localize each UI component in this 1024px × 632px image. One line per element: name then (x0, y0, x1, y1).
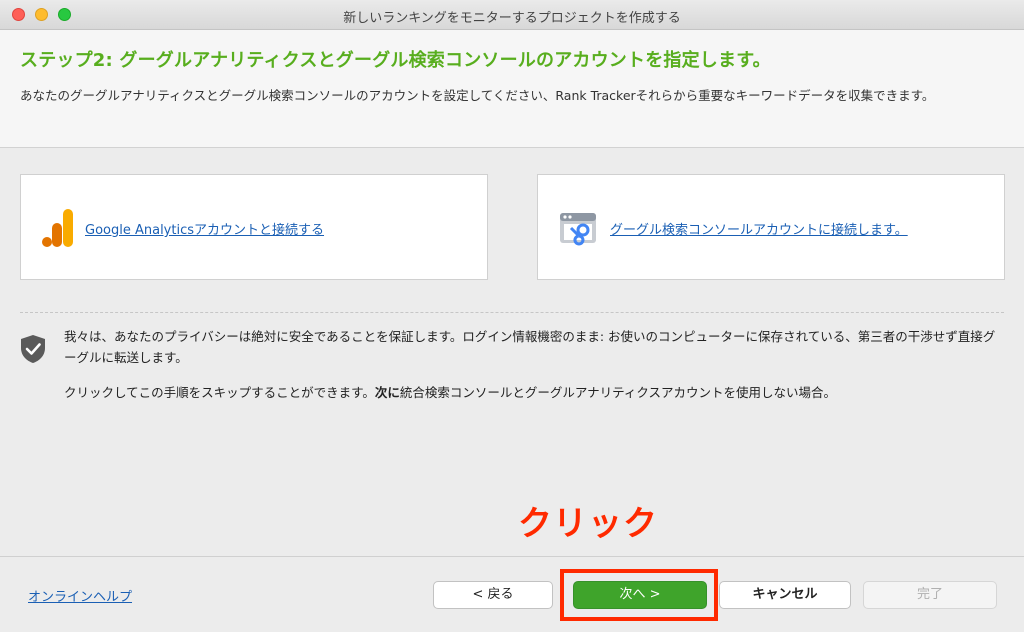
search-console-card[interactable]: グーグル検索コンソールアカウントに接続します。 (537, 174, 1005, 280)
skip-next-emphasis: 次に (374, 385, 400, 400)
window-title: 新しいランキングをモニターするプロジェクトを作成する (343, 11, 681, 26)
shield-icon (20, 334, 46, 368)
section-divider (20, 312, 1004, 313)
connect-google-analytics-link[interactable]: Google Analyticsアカウントと接続する (85, 219, 324, 238)
wizard-header: ステップ2: グーグルアナリティクスとグーグル検索コンソールのアカウントを指定し… (0, 30, 1024, 148)
window-titlebar: 新しいランキングをモニターするプロジェクトを作成する (0, 0, 1024, 30)
online-help-link[interactable]: オンラインヘルプ (28, 586, 132, 605)
skip-notice: クリックしてこの手順をスキップすることができます。次に統合検索コンソールとグーグ… (64, 382, 1004, 403)
privacy-notice: 我々は、あなたのプライバシーは絶対に安全であることを保証します。ログイン情報機密… (64, 329, 996, 365)
google-analytics-icon (41, 207, 75, 253)
skip-prefix: クリックしてこの手順をスキップすることができます。 (64, 385, 375, 400)
search-console-icon (558, 207, 598, 251)
step-description: あなたのグーグルアナリティクスとグーグル検索コンソールのアカウントを設定してくだ… (20, 88, 935, 103)
connect-search-console-link[interactable]: グーグル検索コンソールアカウントに接続します。 (610, 219, 908, 238)
cancel-button[interactable]: キャンセル (719, 581, 851, 609)
back-button[interactable]: < 戻る (433, 581, 553, 609)
skip-suffix: 統合検索コンソールとグーグルアナリティクスアカウントを使用しない場合。 (399, 385, 837, 400)
step-title: ステップ2: グーグルアナリティクスとグーグル検索コンソールのアカウントを指定し… (20, 50, 771, 71)
finish-button: 完了 (863, 581, 997, 609)
click-annotation: クリック (518, 504, 658, 544)
next-button-highlight-box (560, 569, 718, 621)
footer-divider (0, 556, 1024, 557)
google-analytics-card[interactable]: Google Analyticsアカウントと接続する (20, 174, 488, 280)
